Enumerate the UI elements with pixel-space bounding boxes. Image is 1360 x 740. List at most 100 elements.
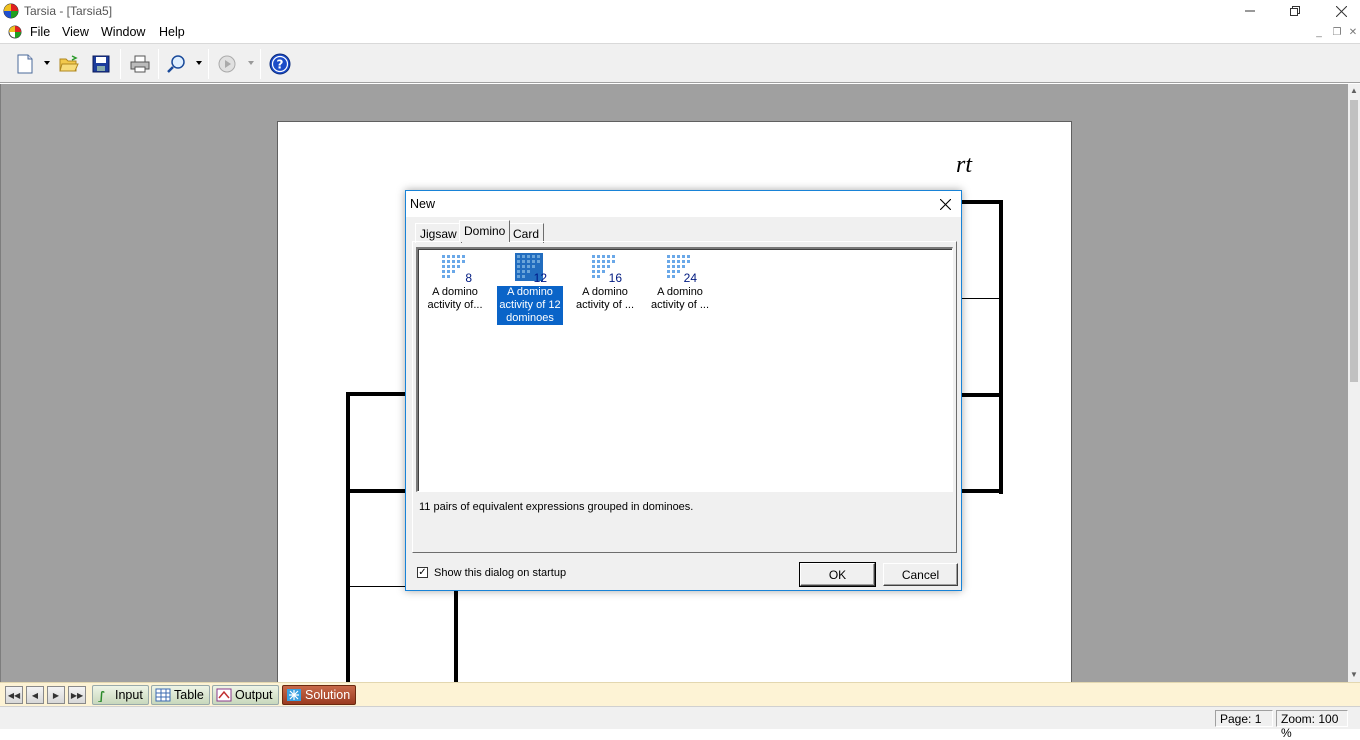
sheet-tab-label: Table: [174, 688, 204, 702]
document-menu-icon[interactable]: [8, 25, 22, 39]
play-dropdown-arrow[interactable]: [248, 61, 254, 65]
sheet-tab-label: Solution: [305, 688, 351, 702]
template-count: 8: [465, 271, 472, 285]
output-icon: [216, 688, 232, 702]
domino-outline: [346, 392, 408, 396]
vertical-scrollbar[interactable]: ▲ ▼: [1348, 84, 1360, 682]
domino-outline: [346, 392, 350, 682]
template-description: 11 pairs of equivalent expressions group…: [419, 501, 694, 513]
template-label: A domino activity of ...: [575, 286, 635, 311]
next-icon: ▶: [52, 690, 60, 700]
domino-grid-icon: 24: [665, 253, 697, 285]
minimize-button[interactable]: [1227, 0, 1273, 22]
tab-domino[interactable]: Domino: [459, 220, 511, 242]
table-icon: [155, 688, 171, 702]
open-button[interactable]: [56, 50, 82, 78]
close-icon: [1335, 5, 1347, 17]
sheet-tab-label: Output: [235, 688, 273, 702]
save-icon: [92, 55, 110, 73]
next-sheet-button[interactable]: ▶: [47, 686, 65, 704]
status-page: Page: 1: [1215, 710, 1273, 727]
minimize-icon: [1245, 10, 1255, 12]
domino-text-fragment: rt: [956, 152, 973, 178]
help-button[interactable]: ?: [267, 50, 293, 78]
toolbar-separator: [120, 49, 121, 79]
mdi-restore-button[interactable]: ❐: [1330, 26, 1344, 39]
template-item-12[interactable]: 12 A domino activity of 12 dominoes: [497, 253, 563, 325]
menu-help[interactable]: Help: [159, 25, 185, 39]
first-icon: ◀◀: [7, 690, 21, 700]
sheet-tab-table[interactable]: Table: [151, 685, 210, 705]
save-button[interactable]: [88, 50, 114, 78]
sheet-tab-label: Input: [115, 688, 143, 702]
svg-text:?: ?: [277, 58, 284, 72]
domino-grid-icon: 16: [590, 253, 622, 285]
domino-outline: [346, 489, 408, 493]
zoom-button[interactable]: [163, 50, 189, 78]
domino-outline: [961, 489, 1003, 493]
cancel-button[interactable]: Cancel: [883, 563, 958, 586]
svg-text:∫: ∫: [98, 689, 105, 702]
sheet-tab-input[interactable]: ∫ Input: [92, 685, 149, 705]
status-zoom: Zoom: 100 %: [1276, 710, 1348, 740]
sheet-tab-bar: ◀◀ ◀ ▶ ▶▶ ∫ Input Table Output Solution: [0, 682, 1360, 706]
checkmark-icon: ✓: [418, 567, 427, 578]
template-item-8[interactable]: 8 A domino activity of...: [422, 253, 488, 312]
template-count: 12: [533, 271, 547, 285]
prev-icon: ◀: [31, 690, 39, 700]
close-icon: [939, 198, 951, 210]
template-count: 24: [683, 271, 697, 285]
domino-grid-icon: 12: [515, 253, 547, 285]
scroll-down-icon[interactable]: ▼: [1348, 668, 1360, 682]
close-window-button[interactable]: [1318, 0, 1360, 22]
scroll-up-icon[interactable]: ▲: [1348, 84, 1360, 98]
sheet-tab-solution[interactable]: Solution: [282, 685, 357, 705]
domino-grid-icon: 8: [440, 253, 472, 285]
tab-jigsaw[interactable]: Jigsaw: [415, 223, 462, 243]
menu-file[interactable]: File: [30, 25, 50, 39]
dialog-close-button[interactable]: [929, 191, 961, 217]
toolbar: ?: [0, 43, 1360, 83]
mdi-minimize-button[interactable]: _: [1312, 26, 1326, 39]
play-button[interactable]: [214, 50, 240, 78]
template-count: 16: [608, 271, 622, 285]
first-sheet-button[interactable]: ◀◀: [5, 686, 23, 704]
mdi-close-button[interactable]: ✕: [1346, 26, 1360, 39]
solution-icon: [287, 689, 301, 701]
menu-bar: File View Window Help _ ❐ ✕: [0, 22, 1360, 42]
new-button[interactable]: [12, 50, 38, 78]
title-bar: Tarsia - [Tarsia5]: [0, 0, 1360, 22]
tab-card[interactable]: Card: [508, 223, 545, 243]
sheet-tab-output[interactable]: Output: [212, 685, 279, 705]
menu-view[interactable]: View: [62, 25, 89, 39]
template-item-24[interactable]: 24 A domino activity of ...: [647, 253, 713, 312]
domino-outline: [454, 589, 458, 682]
scroll-thumb[interactable]: [1350, 100, 1358, 382]
input-icon: ∫: [98, 689, 105, 702]
status-bar: Page: 1 Zoom: 100 %: [0, 706, 1360, 740]
restore-icon: [1290, 6, 1300, 16]
zoom-dropdown-arrow[interactable]: [196, 61, 202, 65]
prev-sheet-button[interactable]: ◀: [26, 686, 44, 704]
template-list[interactable]: 8 A domino activity of... 12 A domino ac…: [416, 247, 953, 492]
print-icon: [130, 55, 150, 73]
ok-button[interactable]: OK: [799, 562, 876, 587]
tarsia-app-icon: [3, 3, 19, 19]
template-label: A domino activity of...: [427, 286, 483, 311]
dialog-title-bar: New: [406, 191, 961, 217]
play-icon: [218, 55, 236, 73]
new-dropdown-arrow[interactable]: [44, 61, 50, 65]
last-sheet-button[interactable]: ▶▶: [68, 686, 86, 704]
startup-checkbox[interactable]: ✓: [417, 567, 428, 578]
startup-checkbox-label[interactable]: Show this dialog on startup: [434, 567, 566, 579]
last-icon: ▶▶: [70, 690, 84, 700]
print-button[interactable]: [127, 50, 153, 78]
toolbar-separator: [158, 49, 159, 79]
template-item-16[interactable]: 16 A domino activity of ...: [572, 253, 638, 312]
restore-button[interactable]: [1272, 0, 1318, 22]
template-label: A domino activity of 12 dominoes: [497, 286, 563, 325]
domino-outline: [961, 200, 1003, 204]
menu-window[interactable]: Window: [101, 25, 145, 39]
window-title: Tarsia - [Tarsia5]: [24, 4, 113, 18]
template-label: A domino activity of ...: [650, 286, 710, 311]
